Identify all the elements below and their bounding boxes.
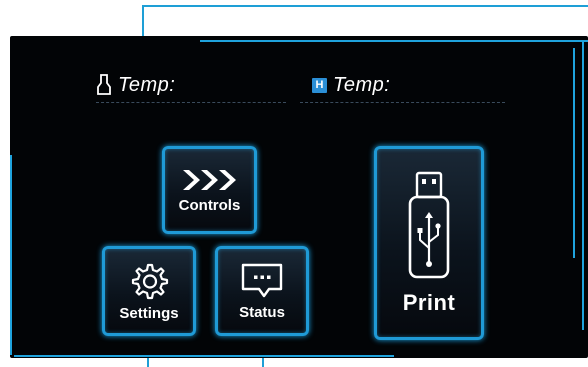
bed-temp-label: Temp: <box>333 73 391 96</box>
controls-button[interactable]: Controls <box>162 146 257 234</box>
nozzle-icon <box>97 74 111 95</box>
settings-button[interactable]: Settings <box>102 246 196 336</box>
triple-chevron-right-icon <box>182 169 236 190</box>
screen-edge-right-lower <box>582 40 584 330</box>
gear-icon <box>131 263 169 299</box>
print-button-label: Print <box>402 290 456 315</box>
status-button[interactable]: Status <box>215 246 309 336</box>
bed-temp-readout: H Temp: <box>312 70 390 100</box>
screen-edge-right <box>573 48 575 258</box>
controls-button-label: Controls <box>178 196 241 214</box>
settings-button-label: Settings <box>119 304 179 322</box>
screen-edge-top <box>200 40 588 42</box>
status-button-label: Status <box>239 303 285 321</box>
screen-edge-bottom <box>14 355 394 357</box>
screen-edge-left <box>10 155 12 355</box>
heated-bed-icon: H <box>312 77 327 93</box>
bed-temp-divider <box>300 102 505 103</box>
nozzle-temp-label: Temp: <box>118 73 176 96</box>
print-button[interactable]: Print <box>374 146 484 340</box>
callout-line-nozzle-temp <box>142 5 588 7</box>
nozzle-temp-divider <box>96 102 286 103</box>
nozzle-temp-readout: Temp: <box>96 70 175 100</box>
speech-bubble-ellipsis-icon <box>241 263 283 297</box>
usb-drive-icon <box>408 171 450 279</box>
